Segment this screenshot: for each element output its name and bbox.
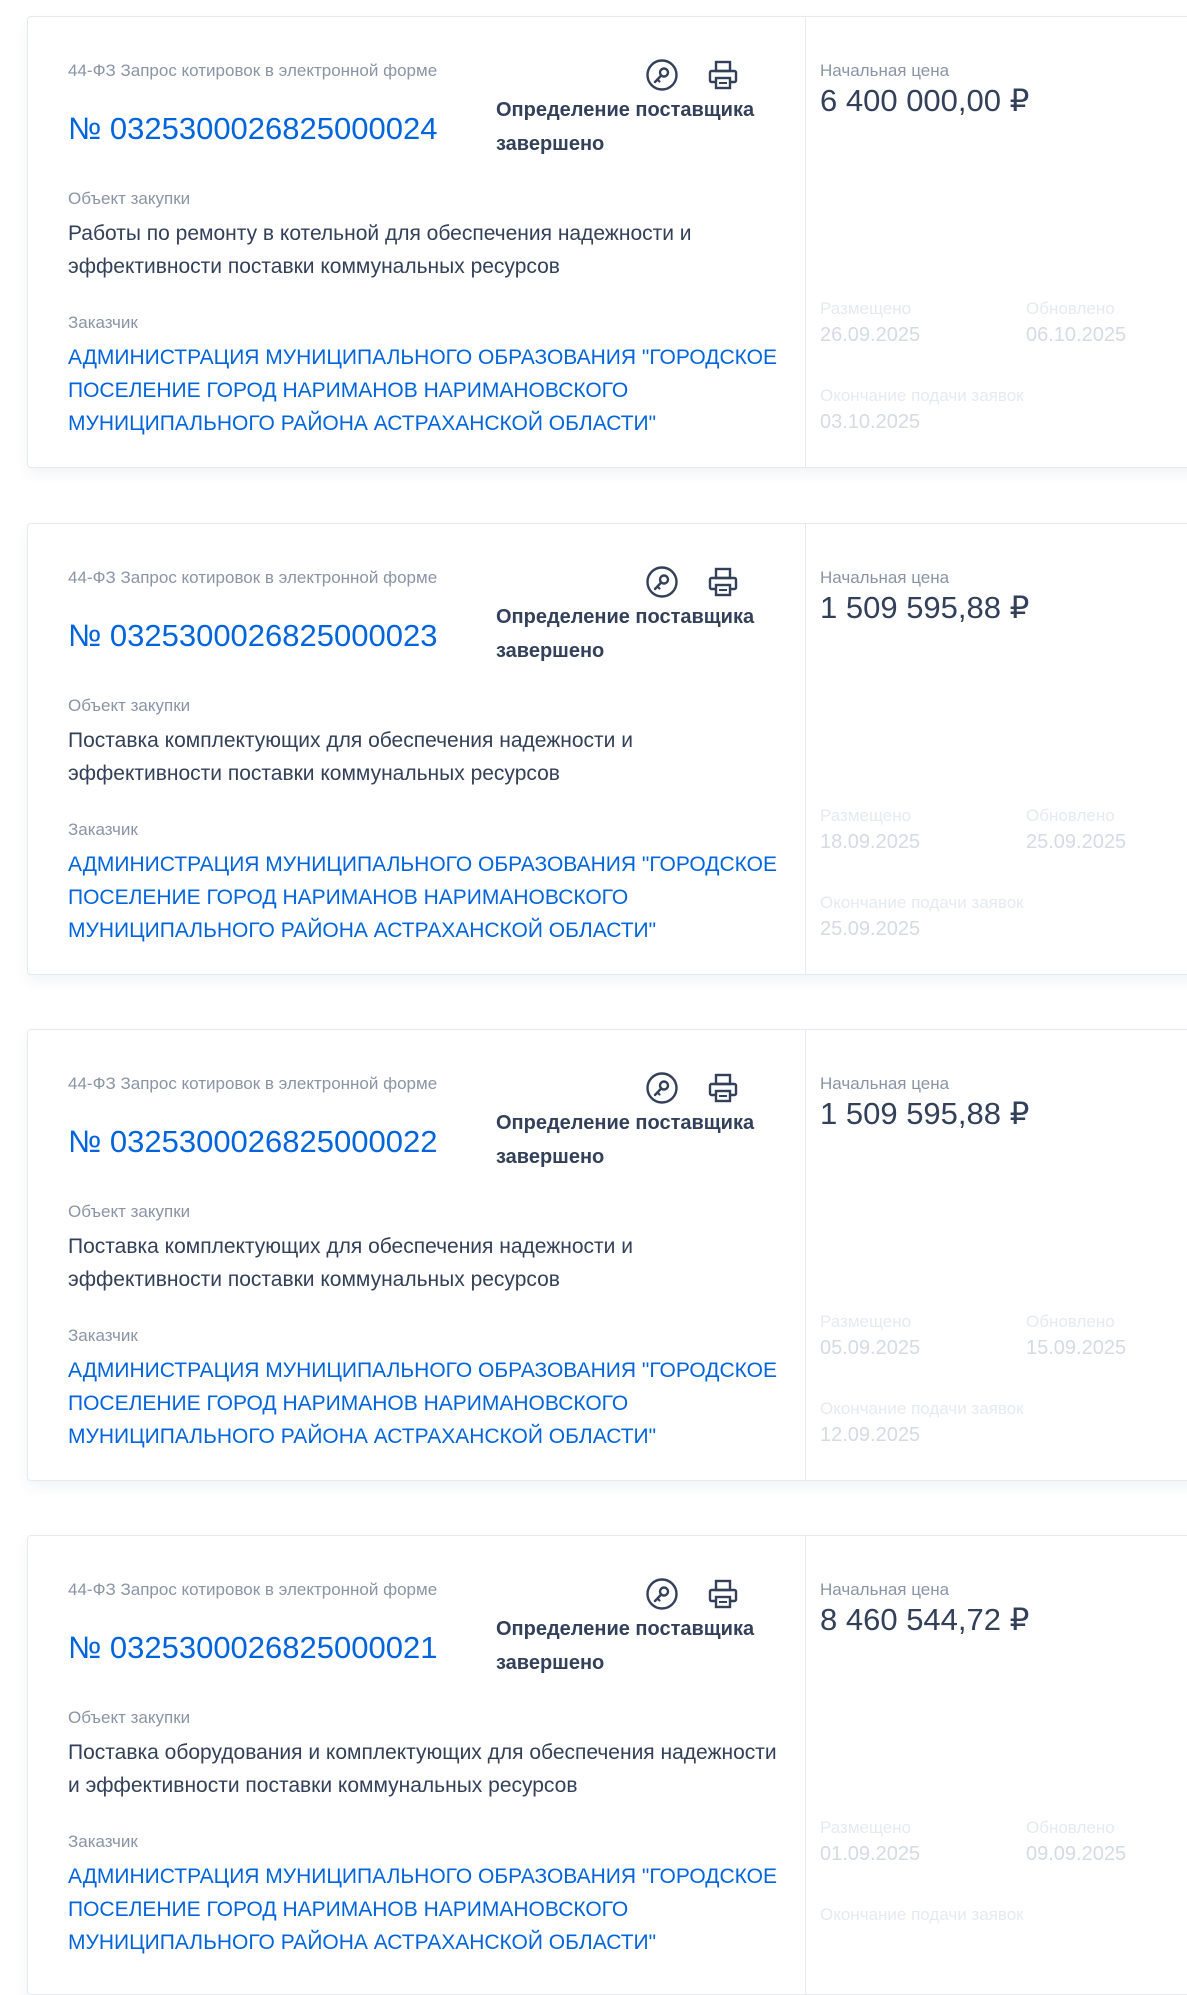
purchase-price-info: Начальная цена 8 460 544,72 ₽ Размещено …: [806, 1536, 1187, 1994]
purchase-card: 44-ФЗ Запрос котировок в электронной фор…: [27, 1029, 1187, 1481]
registry-number-link[interactable]: № 0325300026825000021: [68, 1630, 437, 1666]
posted-label: Размещено: [820, 299, 912, 318]
price-value: 8 460 544,72 ₽: [820, 1602, 1030, 1637]
purchase-main-info: 44-ФЗ Запрос котировок в электронной фор…: [28, 524, 806, 974]
object-description: Поставка комплектующих для обеспечения н…: [68, 1235, 633, 1291]
deadline-label: Окончание подачи заявок: [820, 386, 1024, 405]
customer-label: Заказчик: [68, 1326, 138, 1345]
posted-label: Размещено: [820, 1312, 912, 1331]
deadline-date: 25.09.2025: [820, 918, 921, 940]
deadline-label: Окончание подачи заявок: [820, 893, 1024, 912]
law-type-label: 44-ФЗ Запрос котировок в электронной фор…: [68, 568, 438, 587]
posted-label: Размещено: [820, 806, 912, 825]
price-label: Начальная цена: [820, 568, 950, 587]
digital-signature-icon[interactable]: [644, 57, 680, 93]
posted-date: 18.09.2025: [820, 831, 921, 853]
object-label: Объект закупки: [68, 1708, 191, 1727]
price-label: Начальная цена: [820, 1074, 950, 1093]
purchase-card: 44-ФЗ Запрос котировок в электронной фор…: [27, 16, 1187, 468]
updated-date: 06.10.2025: [1026, 324, 1127, 346]
updated-label: Обновлено: [1026, 1818, 1115, 1837]
digital-signature-icon[interactable]: [644, 1070, 680, 1106]
purchase-card: 44-ФЗ Запрос котировок в электронной фор…: [27, 1535, 1187, 1995]
customer-label: Заказчик: [68, 313, 138, 332]
updated-label: Обновлено: [1026, 1312, 1115, 1331]
purchase-price-info: Начальная цена 6 400 000,00 ₽ Размещено …: [806, 17, 1187, 467]
price-value: 1 509 595,88 ₽: [820, 590, 1030, 625]
object-label: Объект закупки: [68, 189, 191, 208]
deadline-date: 03.10.2025: [820, 411, 921, 433]
object-label: Объект закупки: [68, 696, 191, 715]
printer-icon[interactable]: [705, 1576, 741, 1612]
price-value: 1 509 595,88 ₽: [820, 1096, 1030, 1131]
law-type-label: 44-ФЗ Запрос котировок в электронной фор…: [68, 1074, 438, 1093]
digital-signature-icon[interactable]: [644, 564, 680, 600]
registry-number-link[interactable]: № 0325300026825000023: [68, 618, 437, 654]
registry-number-link[interactable]: № 0325300026825000024: [68, 111, 437, 147]
deadline-label: Окончание подачи заявок: [820, 1905, 1024, 1924]
digital-signature-icon[interactable]: [644, 1576, 680, 1612]
price-label: Начальная цена: [820, 1580, 950, 1599]
posted-date: 26.09.2025: [820, 324, 921, 346]
object-description: Работы по ремонту в котельной для обеспе…: [68, 222, 692, 278]
printer-icon[interactable]: [705, 57, 741, 93]
registry-number-link[interactable]: № 0325300026825000022: [68, 1124, 437, 1160]
object-description: Поставка комплектующих для обеспечения н…: [68, 729, 633, 785]
status-text: Определение поставщика завершено: [496, 1112, 755, 1168]
posted-date: 05.09.2025: [820, 1337, 921, 1359]
purchase-main-info: 44-ФЗ Запрос котировок в электронной фор…: [28, 1030, 806, 1480]
status-text: Определение поставщика завершено: [496, 1618, 755, 1674]
customer-link[interactable]: АДМИНИСТРАЦИЯ МУНИЦИПАЛЬНОГО ОБРАЗОВАНИЯ…: [68, 848, 800, 947]
updated-date: 15.09.2025: [1026, 1337, 1127, 1359]
purchase-price-info: Начальная цена 1 509 595,88 ₽ Размещено …: [806, 1030, 1187, 1480]
object-description: Поставка оборудования и комплектующих дл…: [68, 1741, 777, 1797]
purchase-main-info: 44-ФЗ Запрос котировок в электронной фор…: [28, 17, 806, 467]
purchase-price-info: Начальная цена 1 509 595,88 ₽ Размещено …: [806, 524, 1187, 974]
updated-date: 09.09.2025: [1026, 1843, 1127, 1865]
deadline-date: 12.09.2025: [820, 1424, 921, 1446]
price-label: Начальная цена: [820, 61, 950, 80]
law-type-label: 44-ФЗ Запрос котировок в электронной фор…: [68, 61, 438, 80]
customer-label: Заказчик: [68, 1832, 138, 1851]
purchase-main-info: 44-ФЗ Запрос котировок в электронной фор…: [28, 1536, 806, 1994]
purchase-list: 44-ФЗ Запрос котировок в электронной фор…: [0, 0, 1187, 1995]
customer-link[interactable]: АДМИНИСТРАЦИЯ МУНИЦИПАЛЬНОГО ОБРАЗОВАНИЯ…: [68, 341, 800, 440]
customer-link[interactable]: АДМИНИСТРАЦИЯ МУНИЦИПАЛЬНОГО ОБРАЗОВАНИЯ…: [68, 1354, 800, 1453]
deadline-label: Окончание подачи заявок: [820, 1399, 1024, 1418]
price-value: 6 400 000,00 ₽: [820, 83, 1030, 118]
updated-date: 25.09.2025: [1026, 831, 1127, 853]
status-text: Определение поставщика завершено: [496, 606, 755, 662]
law-type-label: 44-ФЗ Запрос котировок в электронной фор…: [68, 1580, 438, 1599]
updated-label: Обновлено: [1026, 806, 1115, 825]
status-text: Определение поставщика завершено: [496, 99, 755, 155]
updated-label: Обновлено: [1026, 299, 1115, 318]
posted-date: 01.09.2025: [820, 1843, 921, 1865]
printer-icon[interactable]: [705, 564, 741, 600]
posted-label: Размещено: [820, 1818, 912, 1837]
printer-icon[interactable]: [705, 1070, 741, 1106]
customer-link[interactable]: АДМИНИСТРАЦИЯ МУНИЦИПАЛЬНОГО ОБРАЗОВАНИЯ…: [68, 1860, 800, 1959]
customer-label: Заказчик: [68, 820, 138, 839]
object-label: Объект закупки: [68, 1202, 191, 1221]
purchase-card: 44-ФЗ Запрос котировок в электронной фор…: [27, 523, 1187, 975]
